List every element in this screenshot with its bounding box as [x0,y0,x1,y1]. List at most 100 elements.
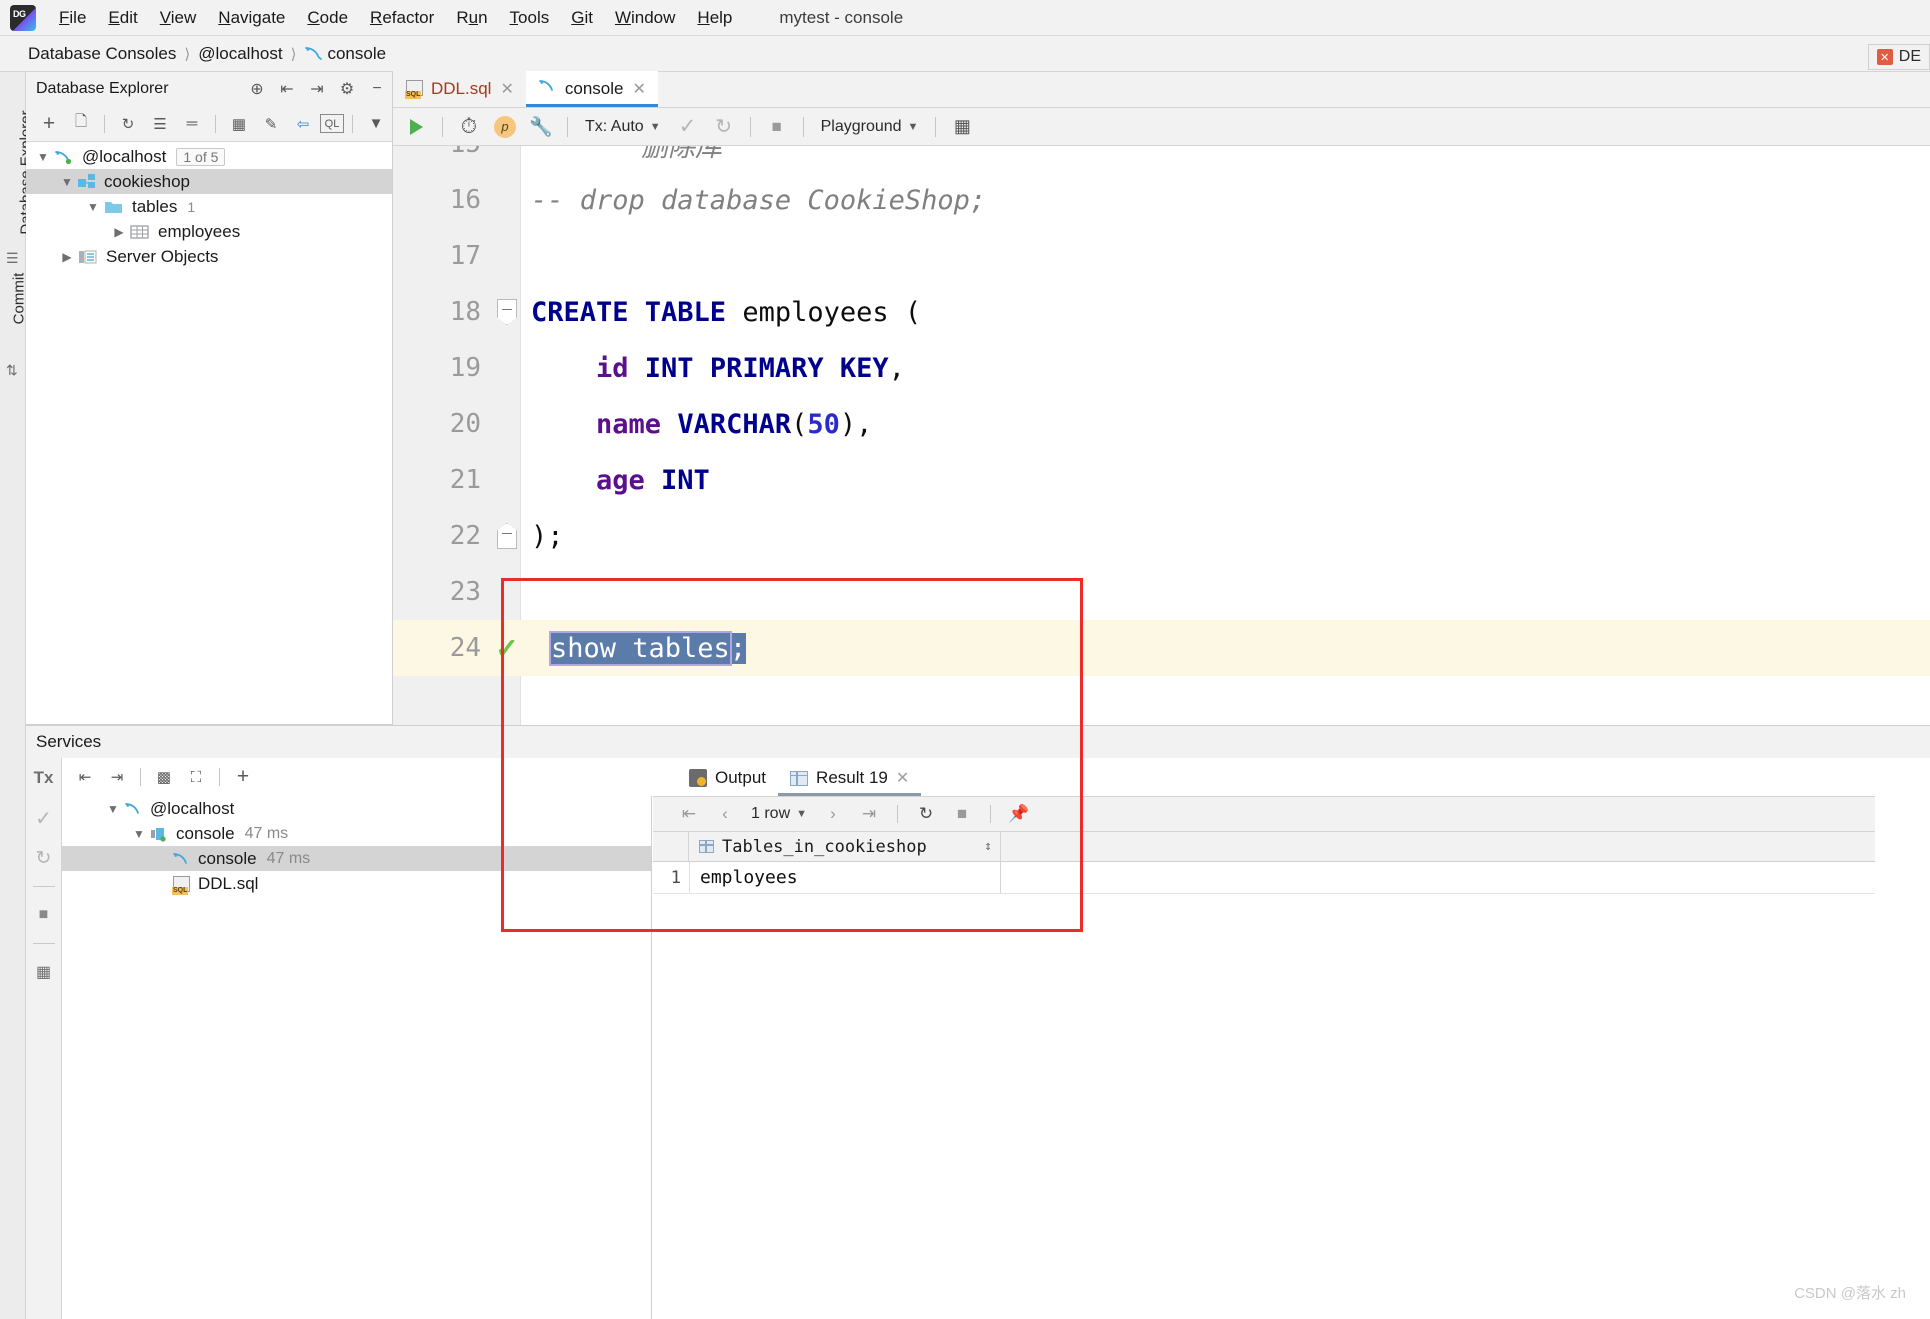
add-icon[interactable]: + [228,763,258,791]
chevron-down-icon[interactable]: ▼ [32,150,54,164]
chevron-down-icon[interactable]: ▼ [56,175,78,189]
chevron-down-icon[interactable]: ▼ [82,200,104,214]
run-icon[interactable] [399,112,433,142]
tab-label: console [564,79,624,98]
jump-to-icon[interactable]: ⇦ [288,110,318,138]
line-number: 20 [449,409,481,439]
fold-start-icon[interactable] [493,299,521,325]
add-icon[interactable]: + [34,110,64,138]
tree-node-employees[interactable]: ▶ employees [26,219,392,244]
tx-icon[interactable]: Tx [30,766,58,790]
expand-all-icon[interactable]: ⇤ [272,76,302,102]
row-count-selector[interactable]: 1 row ▼ [745,805,813,823]
result-panel: Output Result 19 ✕ ⇤ ‹ 1 row ▼ › ⇥ ↻ ■ 📌… [653,758,1930,1319]
p-badge-icon[interactable]: p [488,112,522,142]
tab-result-19[interactable]: Result 19 ✕ [778,760,922,796]
stop-icon[interactable]: ■ [30,903,58,927]
chevron-right-icon[interactable]: ▶ [56,250,78,264]
last-page-icon[interactable]: ⇥ [853,800,885,828]
reload-icon[interactable]: ↻ [910,800,942,828]
breadcrumb-item-0[interactable]: Database Consoles [28,44,176,64]
target-icon[interactable]: ⊕ [242,76,272,102]
stop-icon[interactable]: ■ [946,800,978,828]
rollback-icon[interactable]: ↻ [707,112,741,142]
next-page-icon[interactable]: › [817,800,849,828]
stop-icon[interactable]: ■ [760,112,794,142]
breadcrumb-separator: ⟩ [290,45,297,63]
schema-selector[interactable]: Playground ▼ [813,118,927,136]
first-page-icon[interactable]: ⇤ [673,800,705,828]
services-node-console[interactable]: console 47 ms [62,846,651,871]
commit-arrow-icon[interactable]: ⇅ [6,362,18,379]
gear-icon[interactable]: ⚙ [332,76,362,102]
cell-tables-in-cookieshop[interactable]: employees [689,862,1001,893]
tab-console[interactable]: console ✕ [525,71,658,107]
breadcrumb-item-1[interactable]: @localhost [198,44,282,64]
edit-icon[interactable]: ✎ [256,110,286,138]
tree-node-server-objects[interactable]: ▶ Server Objects [26,244,392,269]
copy-icon[interactable]: 🗋 [66,110,96,138]
chevron-right-icon[interactable]: ▶ [108,225,130,239]
menu-run[interactable]: Run [445,4,498,32]
execution-time: 47 ms [266,849,311,867]
sort-arrows-icon[interactable]: ↕ [984,839,992,854]
menu-code[interactable]: Code [296,4,359,32]
column-header-tables-in-cookieshop[interactable]: Tables_in_cookieshop ↕ [689,832,1001,861]
tree-node-tables[interactable]: ▼ tables 1 [26,194,392,219]
close-icon[interactable]: ✕ [500,79,513,99]
chevron-down-icon[interactable]: ▼ [128,827,150,841]
menu-tools[interactable]: Tools [499,4,561,32]
wrench-icon[interactable]: 🔧 [524,112,558,142]
menu-git[interactable]: Git [560,4,604,32]
commit-icon[interactable]: ✓ [671,112,705,142]
chevron-down-icon[interactable]: ▼ [102,802,124,816]
minimize-icon[interactable]: − [362,76,392,102]
result-grid[interactable]: Tables_in_cookieshop ↕ 1 employees [653,832,1875,894]
tab-ddl-sql[interactable]: DDL.sql ✕ [393,71,526,107]
tree-node-cookieshop[interactable]: ▼ cookieshop [26,169,392,194]
expand-all-icon[interactable]: ⇤ [70,763,100,791]
menu-edit[interactable]: Edit [97,4,148,32]
collapse-all-icon[interactable]: ⇥ [102,763,132,791]
sql-code-editor[interactable]: 15 删除库 16 -- drop database CookieShop; 1… [393,146,1930,725]
tab-output[interactable]: Output [677,760,778,796]
group-icon[interactable]: ▩ [149,763,179,791]
table-icon[interactable]: ▦ [224,110,254,138]
services-node-console-session[interactable]: ▼ console 47 ms [62,821,651,846]
db-drop-icon[interactable]: ═ [177,110,207,138]
ql-console-icon[interactable]: QL [320,114,344,133]
tx-mode-selector[interactable]: Tx: Auto ▼ [577,118,669,136]
top-right-tool-chip[interactable]: ✕ DE [1867,44,1930,70]
collapse-all-icon[interactable]: ⇥ [302,76,332,102]
tree-node-localhost[interactable]: ▼ @localhost 1 of 5 [26,144,392,169]
rollback-icon[interactable]: ↻ [30,846,58,870]
history-icon[interactable]: ⏱ [452,112,486,142]
menu-view[interactable]: View [149,4,208,32]
table-row[interactable]: 1 employees [653,862,1875,894]
result-toolbar: ⇤ ‹ 1 row ▼ › ⇥ ↻ ■ 📌 [653,796,1875,832]
filter-icon[interactable]: ▼ [361,110,391,138]
services-node-ddl-sql[interactable]: DDL.sql [62,871,651,896]
close-icon[interactable]: ✕ [896,768,909,788]
strip-commit-label[interactable]: Commit [11,254,28,344]
output-format-icon[interactable]: ▦ [945,112,979,142]
layout-icon[interactable]: ▦ [30,960,58,984]
add-tab-icon[interactable]: ⛶ [181,763,211,791]
menu-file[interactable]: File [48,4,97,32]
menu-refactor[interactable]: Refactor [359,4,445,32]
run-script-icon[interactable]: ☰ [145,110,175,138]
pin-icon[interactable]: 📌 [1003,800,1035,828]
services-panel: Services Tx ✓ ↻ ■ ▦ ⇤ ⇥ ▩ ⛶ + ▼ @localho… [26,725,1930,1319]
close-icon[interactable]: ✕ [1876,49,1893,65]
close-icon[interactable]: ✕ [632,79,645,99]
fold-end-icon[interactable] [493,523,521,549]
refresh-icon[interactable]: ↻ [113,110,143,138]
menu-navigate[interactable]: Navigate [207,4,296,32]
breadcrumb-item-2[interactable]: console [327,44,386,64]
menu-window[interactable]: Window [604,4,686,32]
menu-help[interactable]: Help [686,4,743,32]
line-number: 22 [449,521,481,551]
commit-icon[interactable]: ✓ [30,806,58,830]
services-node-localhost[interactable]: ▼ @localhost [62,796,651,821]
prev-page-icon[interactable]: ‹ [709,800,741,828]
